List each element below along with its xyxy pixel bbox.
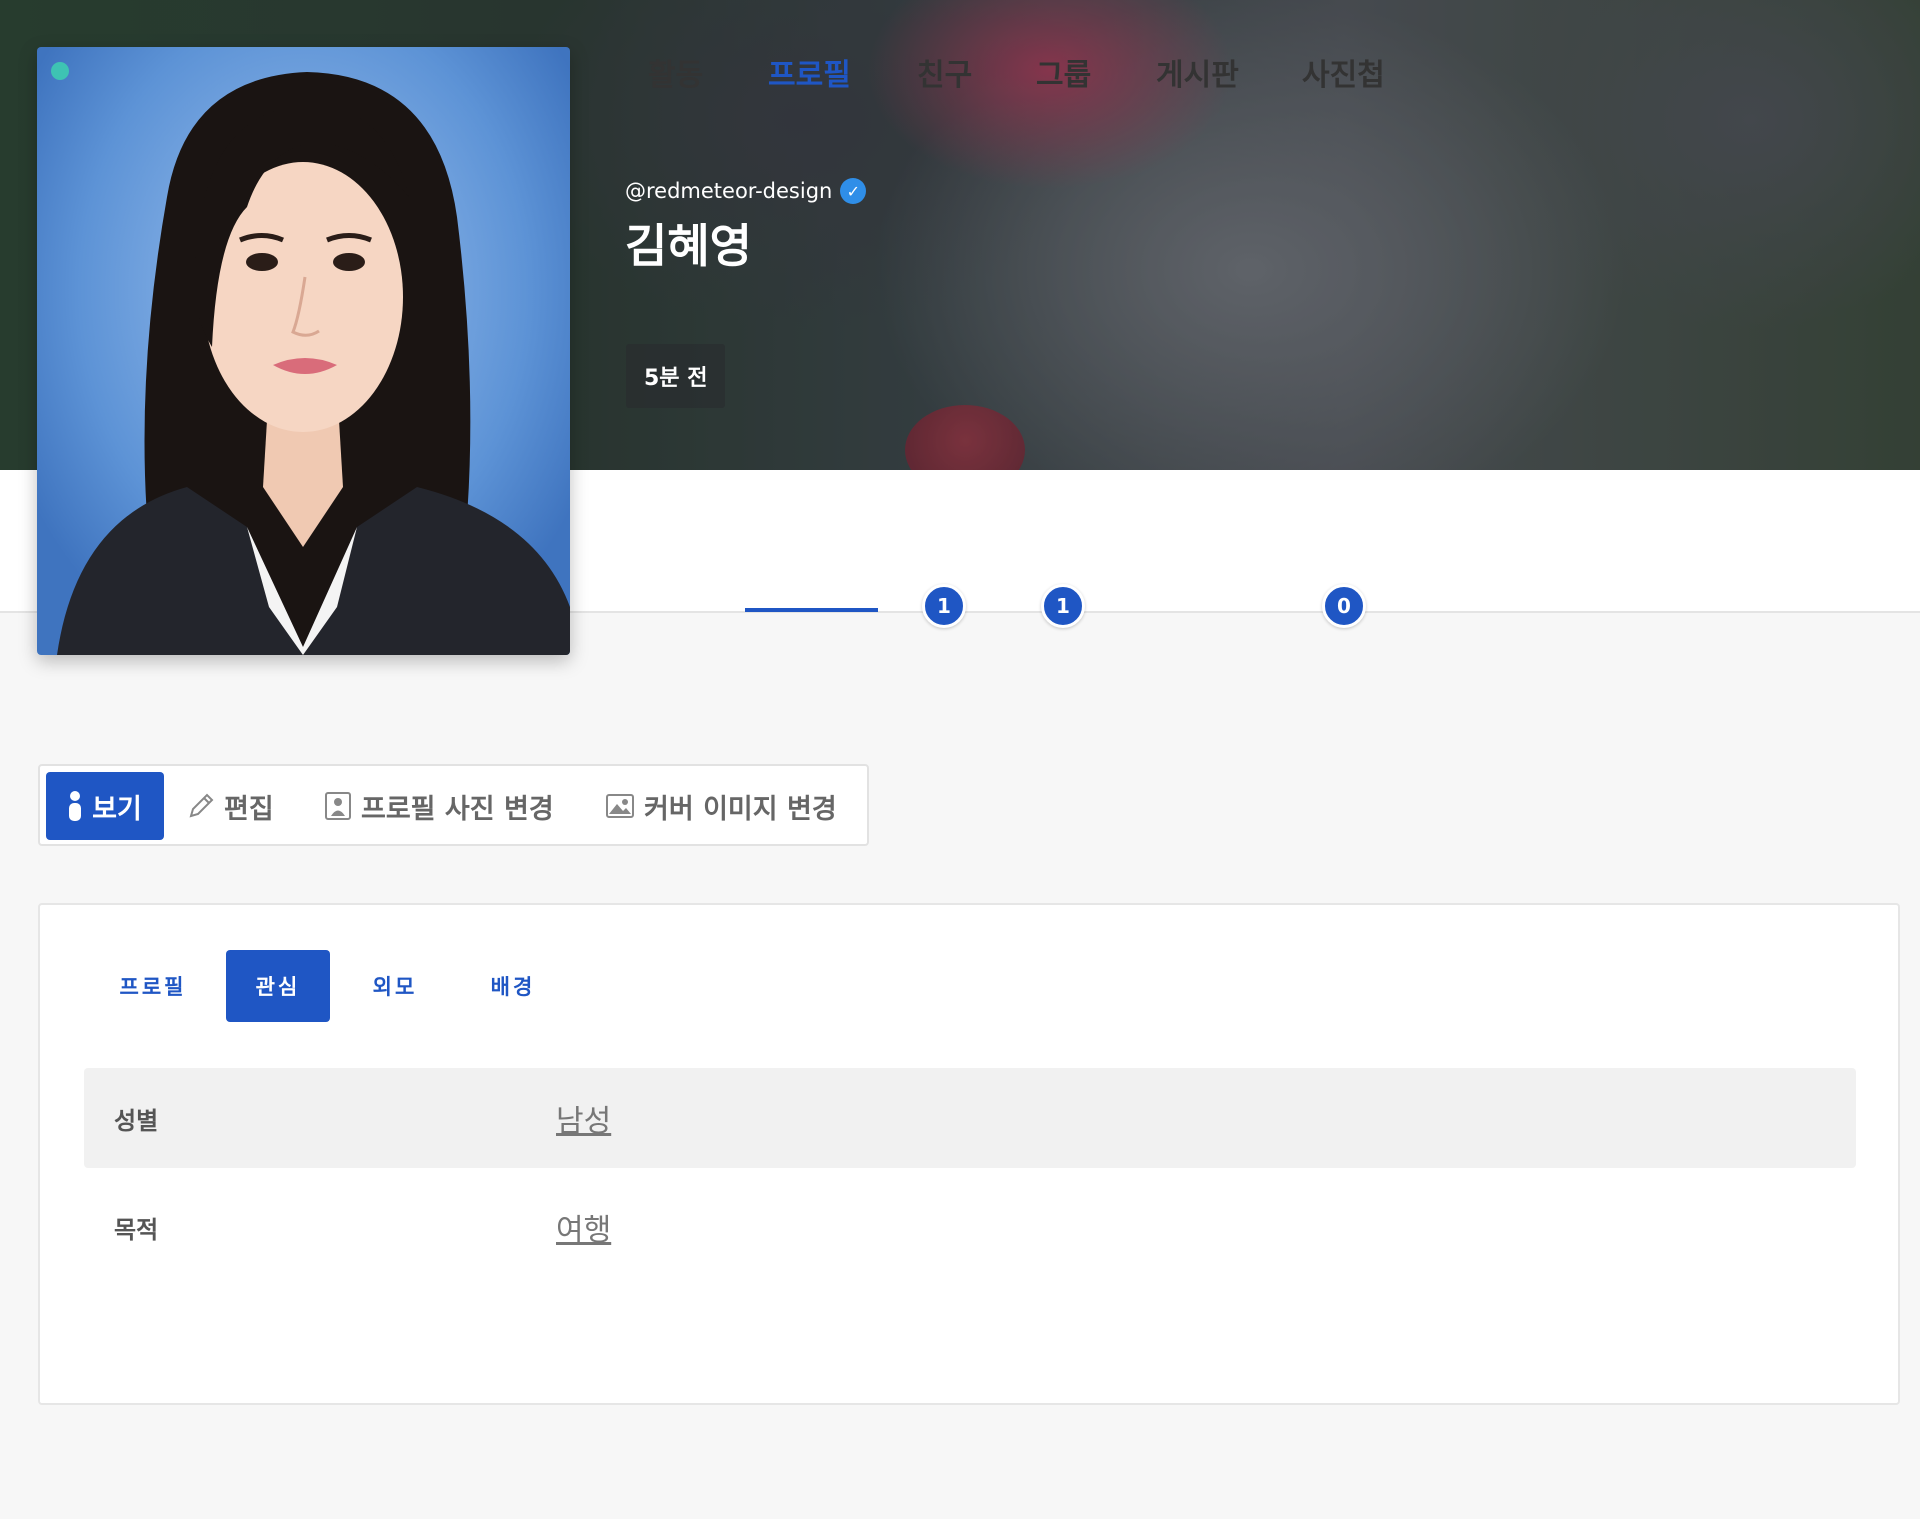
friends-count-badge: 1 <box>922 584 966 628</box>
check-circle-icon: ✓ <box>840 178 867 204</box>
change-profile-photo-label: 프로필 사진 변경 <box>361 793 554 825</box>
image-icon <box>606 794 634 818</box>
subtab-appearance[interactable]: 외모 <box>352 950 438 1022</box>
tab-profile[interactable]: 프로필 <box>768 50 851 94</box>
handle-text: @redmeteor-design <box>625 179 833 203</box>
tab-album[interactable]: 사진첩 <box>1302 50 1385 94</box>
online-status-dot <box>51 62 69 80</box>
active-tab-indicator <box>745 608 878 612</box>
album-count-badge: 0 <box>1322 584 1366 628</box>
change-profile-photo-button[interactable]: 프로필 사진 변경 <box>325 772 554 840</box>
view-button[interactable]: 보기 <box>46 772 164 840</box>
field-row: 성별 남성 <box>84 1068 1856 1168</box>
tab-board[interactable]: 게시판 <box>1156 50 1239 94</box>
change-cover-image-label: 커버 이미지 변경 <box>644 793 837 825</box>
pencil-icon <box>188 793 214 819</box>
tab-groups[interactable]: 그룹 <box>1036 50 1091 94</box>
tab-activity[interactable]: 활동 <box>648 50 703 94</box>
edit-label: 편집 <box>224 793 274 825</box>
profile-avatar[interactable] <box>37 47 570 655</box>
field-value-purpose[interactable]: 여행 <box>556 1205 611 1249</box>
portrait-icon <box>325 792 351 820</box>
profile-handle: @redmeteor-design ✓ <box>625 178 867 204</box>
subtab-profile[interactable]: 프로필 <box>98 950 208 1022</box>
avatar-portrait <box>57 72 570 655</box>
view-label: 보기 <box>92 793 142 825</box>
edit-button[interactable]: 편집 <box>188 772 274 840</box>
subtab-interests[interactable]: 관심 <box>226 950 330 1022</box>
field-value-gender[interactable]: 남성 <box>556 1096 611 1140</box>
field-row: 목적 여행 <box>84 1177 1856 1277</box>
groups-count-badge: 1 <box>1041 584 1085 628</box>
profile-info-panel: 프로필 관심 외모 배경 성별 남성 목적 여행 <box>38 903 1900 1405</box>
subtab-background[interactable]: 배경 <box>470 950 556 1022</box>
profile-name: 김혜영 <box>625 219 752 273</box>
tab-friends[interactable]: 친구 <box>917 50 972 94</box>
profile-action-bar: 보기 편집 프로필 사진 변경 커버 이미지 변경 <box>38 764 869 846</box>
field-label-purpose: 목적 <box>114 1215 159 1244</box>
info-icon <box>68 791 82 821</box>
field-label-gender: 성별 <box>114 1106 159 1135</box>
last-seen-badge: 5분 전 <box>626 344 726 408</box>
change-cover-image-button[interactable]: 커버 이미지 변경 <box>606 772 837 840</box>
